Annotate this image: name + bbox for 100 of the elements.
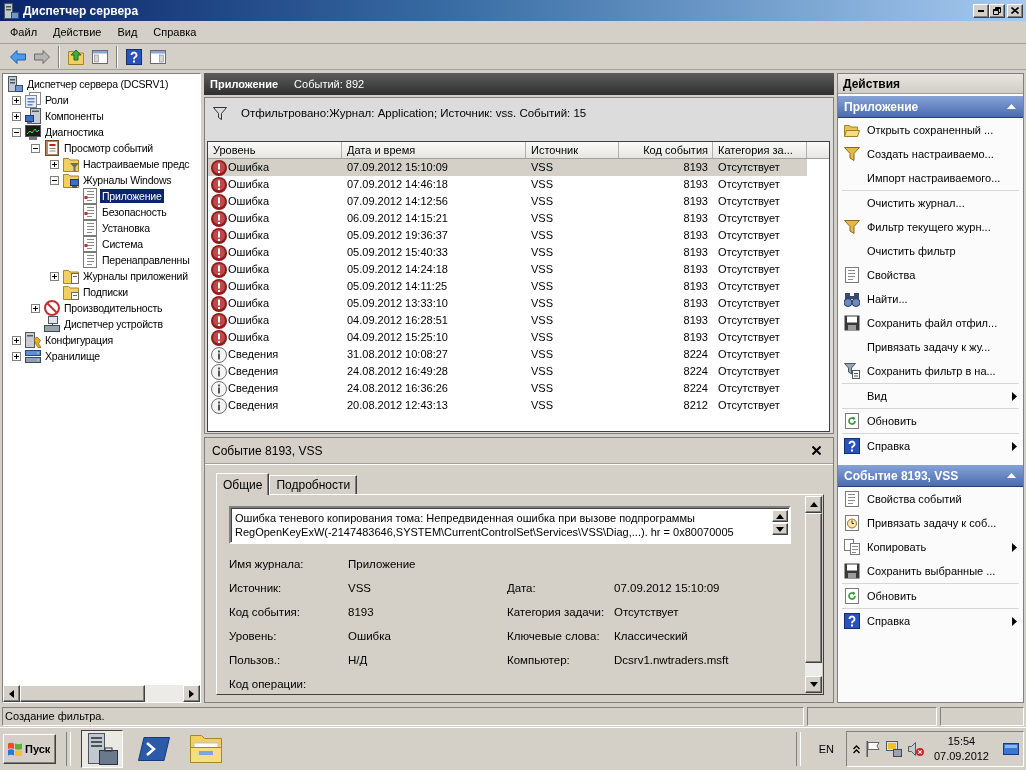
- minus-icon[interactable]: [50, 175, 59, 185]
- plus-icon[interactable]: [12, 111, 21, 121]
- action-item[interactable]: Свойства событий: [838, 487, 1023, 511]
- column-header[interactable]: Дата и время: [342, 142, 526, 158]
- tree-item[interactable]: Диспетчер устройств: [62, 317, 165, 331]
- action-item[interactable]: Сохранить файл отфил...: [838, 311, 1023, 335]
- action-item[interactable]: Сохранить выбранные ...: [838, 559, 1023, 583]
- menu-item[interactable]: Вид: [109, 23, 146, 41]
- menu-item[interactable]: Справка: [145, 23, 205, 41]
- minimize-button[interactable]: [973, 3, 989, 18]
- tree-item[interactable]: Диагностика: [43, 125, 106, 139]
- plus-icon[interactable]: [50, 271, 59, 281]
- minus-icon[interactable]: [31, 143, 40, 153]
- tree-item[interactable]: Журналы приложений: [81, 269, 190, 283]
- scroll-down-button[interactable]: [772, 523, 788, 535]
- tree-item[interactable]: Журналы Windows: [81, 173, 174, 187]
- description-box[interactable]: Ошибка теневого копирования тома: Непредвиденная ошибка при вызове подпрограммы RegOpenKeyExW(-2147483646,SYSTEM\CurrentControlSet\Services\VSS\Diag,...). hr = 0x80070005: [229, 506, 791, 544]
- tree-item[interactable]: Роли: [43, 93, 71, 107]
- action-item[interactable]: Фильтр текущего журн...: [838, 215, 1023, 239]
- scroll-thumb[interactable]: [805, 513, 822, 663]
- event-row[interactable]: Сведения 20.08.2012 12:43:13 VSS 8212 Отсутствует: [208, 397, 807, 414]
- restore-button[interactable]: [989, 3, 1005, 18]
- event-row[interactable]: Ошибка 04.09.2012 16:28:51 VSS 8193 Отсутствует: [208, 312, 807, 329]
- action-item[interactable]: Вид: [838, 384, 1023, 408]
- event-row[interactable]: Ошибка 07.09.2012 14:12:56 VSS 8193 Отсутствует: [208, 193, 807, 210]
- action-item[interactable]: Свойства: [838, 263, 1023, 287]
- event-row[interactable]: Ошибка 05.09.2012 14:11:25 VSS 8193 Отсутствует: [208, 278, 807, 295]
- vertical-scrollbar[interactable]: [805, 496, 822, 693]
- scroll-up-button[interactable]: [805, 496, 822, 513]
- speaker-muted-icon[interactable]: [907, 741, 924, 757]
- action-item[interactable]: Создать настраиваемо...: [838, 142, 1023, 166]
- event-row[interactable]: Ошибка 05.09.2012 14:24:18 VSS 8193 Отсутствует: [208, 261, 807, 278]
- tree-item[interactable]: Конфигурация: [43, 333, 116, 347]
- tree-item[interactable]: Приложение: [100, 189, 164, 203]
- action-item[interactable]: Привязать задачу к жу...: [838, 335, 1023, 359]
- event-row[interactable]: Ошибка 04.09.2012 15:25:10 VSS 8193 Отсутствует: [208, 329, 807, 346]
- action-item[interactable]: Сохранить фильтр в на...: [838, 359, 1023, 383]
- tree-item[interactable]: Настраиваемые предс: [81, 157, 192, 171]
- section-header[interactable]: Событие 8193, VSS: [838, 465, 1023, 487]
- start-button[interactable]: Пуск: [3, 734, 57, 764]
- event-row[interactable]: Ошибка 05.09.2012 15:40:33 VSS 8193 Отсутствует: [208, 244, 807, 261]
- tree-item[interactable]: Установка: [100, 221, 152, 235]
- tree-item[interactable]: Просмотр событий: [62, 141, 155, 155]
- minus-icon[interactable]: [12, 127, 21, 137]
- menu-item[interactable]: Файл: [2, 23, 46, 41]
- clock-date[interactable]: 07.09.2012: [933, 749, 989, 764]
- scroll-up-button[interactable]: [772, 510, 788, 522]
- taskbar-app[interactable]: [81, 730, 124, 768]
- action-item[interactable]: Очистить фильтр: [838, 239, 1023, 263]
- tree-item[interactable]: Перенаправленны: [100, 253, 192, 267]
- action-item[interactable]: Обновить: [838, 409, 1023, 433]
- event-row[interactable]: Ошибка 07.09.2012 15:10:09 VSS 8193 Отсутствует: [208, 159, 807, 176]
- scroll-down-button[interactable]: [805, 676, 822, 693]
- event-row[interactable]: Ошибка 05.09.2012 19:36:37 VSS 8193 Отсутствует: [208, 227, 807, 244]
- tree-item[interactable]: Система: [100, 237, 145, 251]
- event-row[interactable]: Ошибка 05.09.2012 13:33:10 VSS 8193 Отсутствует: [208, 295, 807, 312]
- tree-item[interactable]: Безопасность: [100, 205, 169, 219]
- language-indicator[interactable]: EN: [810, 743, 842, 755]
- tree-item[interactable]: Производительность: [62, 301, 165, 315]
- plus-icon[interactable]: [12, 351, 21, 361]
- scroll-left-button[interactable]: [3, 685, 20, 702]
- tree-item[interactable]: Подписки: [81, 285, 130, 299]
- column-header[interactable]: Уровень: [208, 142, 342, 158]
- chevron-icon[interactable]: [852, 744, 860, 754]
- flag-icon[interactable]: [865, 741, 880, 757]
- action-item[interactable]: Обновить: [838, 584, 1023, 608]
- close-button[interactable]: [812, 446, 821, 455]
- plus-icon[interactable]: [31, 303, 40, 313]
- clock-time[interactable]: 15:54: [947, 734, 976, 749]
- action-item[interactable]: Найти...: [838, 287, 1023, 311]
- tree-item[interactable]: Хранилище: [43, 349, 102, 363]
- column-header[interactable]: Категория за...: [713, 142, 807, 158]
- action-item[interactable]: Импорт настраиваемого...: [838, 166, 1023, 190]
- network-icon[interactable]: [885, 741, 902, 757]
- plus-icon[interactable]: [12, 95, 21, 105]
- tree-item[interactable]: Диспетчер сервера (DCSRV1): [25, 77, 171, 91]
- event-row[interactable]: Ошибка 06.09.2012 14:15:21 VSS 8193 Отсутствует: [208, 210, 807, 227]
- action-item[interactable]: Очистить журнал...: [838, 191, 1023, 215]
- tree-item[interactable]: Компоненты: [43, 109, 106, 123]
- tab[interactable]: Общие: [216, 473, 270, 495]
- tab[interactable]: Подробности: [269, 475, 358, 494]
- event-row[interactable]: Ошибка 07.09.2012 14:46:18 VSS 8193 Отсутствует: [208, 176, 807, 193]
- scroll-right-button[interactable]: [183, 685, 200, 702]
- menu-item[interactable]: Действие: [45, 23, 110, 41]
- desktop-icon[interactable]: [1003, 743, 1019, 755]
- section-header[interactable]: Приложение: [838, 96, 1023, 118]
- action-item[interactable]: Справка: [838, 434, 1023, 458]
- plus-icon[interactable]: [50, 159, 59, 169]
- action-item[interactable]: Копировать: [838, 535, 1023, 559]
- column-header[interactable]: Код события: [619, 142, 713, 158]
- event-row[interactable]: Сведения 24.08.2012 16:36:26 VSS 8224 Отсутствует: [208, 380, 807, 397]
- action-item[interactable]: Привязать задачу к соб...: [838, 511, 1023, 535]
- plus-icon[interactable]: [12, 335, 21, 345]
- horizontal-scrollbar[interactable]: [3, 685, 200, 702]
- scroll-thumb[interactable]: [20, 685, 145, 702]
- column-header[interactable]: Источник: [526, 142, 619, 158]
- action-item[interactable]: Открыть сохраненный ...: [838, 118, 1023, 142]
- event-row[interactable]: Сведения 31.08.2012 10:08:27 VSS 8224 Отсутствует: [208, 346, 807, 363]
- event-row[interactable]: Сведения 24.08.2012 16:49:28 VSS 8224 Отсутствует: [208, 363, 807, 380]
- action-item[interactable]: Справка: [838, 609, 1023, 633]
